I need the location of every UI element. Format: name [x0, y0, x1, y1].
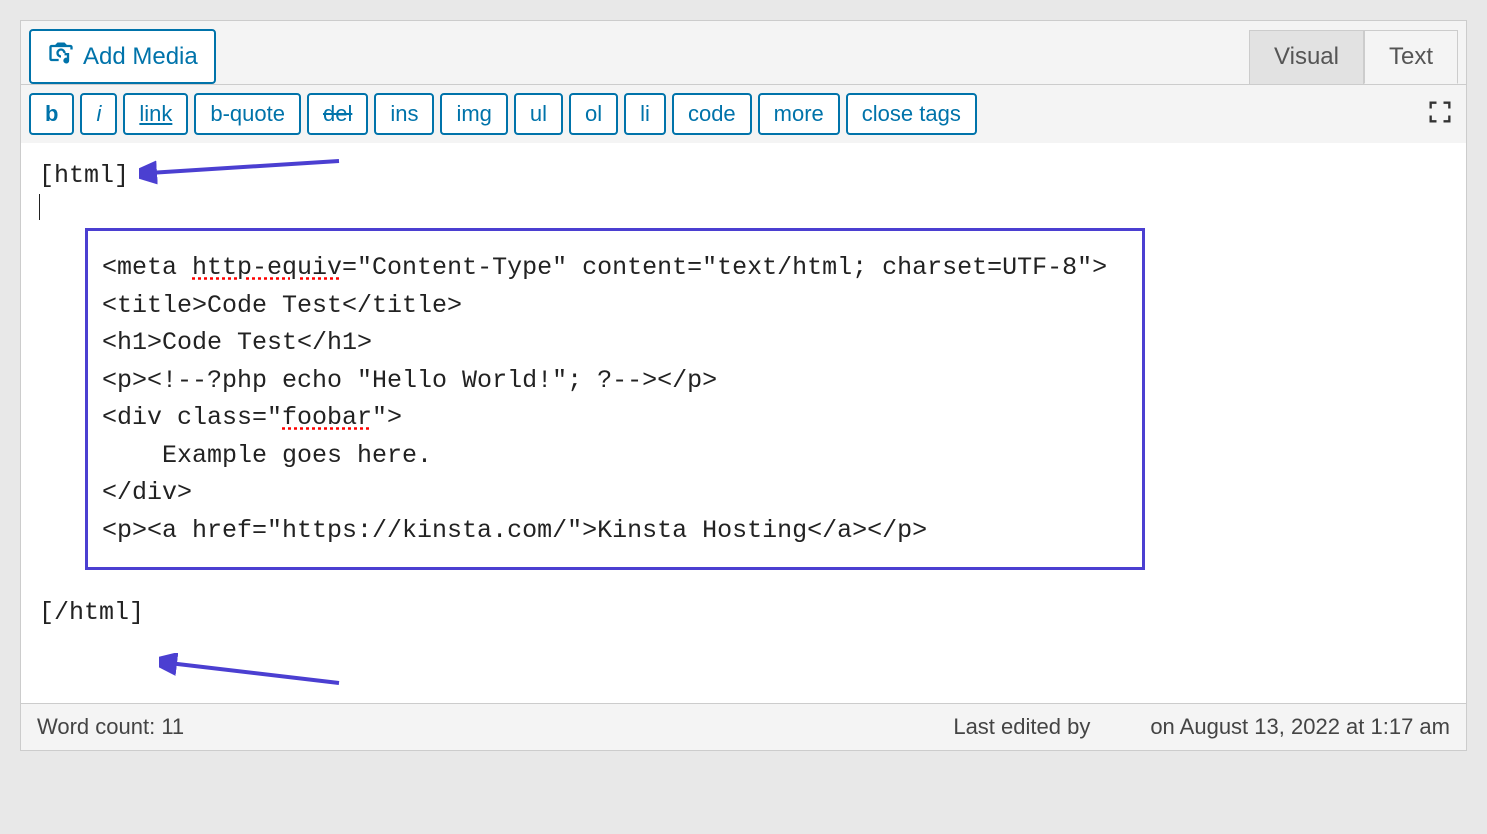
code-line-10: <p><a href="https://kinsta.com/">Kinsta …: [102, 512, 1128, 550]
qt-link-button[interactable]: link: [123, 93, 188, 135]
tab-visual[interactable]: Visual: [1249, 30, 1364, 84]
qt-more-button[interactable]: more: [758, 93, 840, 135]
code-line-5: <h1>Code Test</h1>: [102, 324, 1128, 362]
add-media-button[interactable]: Add Media: [29, 29, 216, 84]
code-line-2: <title>Code Test</title>: [102, 287, 1128, 325]
qt-close-tags-button[interactable]: close tags: [846, 93, 977, 135]
code-highlight-box: <meta http-equiv="Content-Type" content=…: [85, 228, 1145, 570]
last-edited-by-label: Last edited by: [953, 714, 1090, 740]
tab-text[interactable]: Text: [1364, 30, 1458, 84]
qt-del-button[interactable]: del: [307, 93, 368, 135]
qt-italic-button[interactable]: i: [80, 93, 117, 135]
quicktags-buttons: b i link b-quote del ins img ul ol li co…: [29, 93, 977, 135]
shortcode-open-tag: [html]: [39, 161, 1448, 190]
status-bar: Word count: 11 Last edited by on August …: [21, 703, 1466, 750]
camera-music-icon: [47, 39, 75, 74]
editor-tabs: Visual Text: [1249, 30, 1458, 84]
code-line-1: <meta http-equiv="Content-Type" content=…: [102, 249, 1128, 287]
qt-bold-button[interactable]: b: [29, 93, 74, 135]
shortcode-close-tag: [/html]: [39, 598, 1448, 627]
add-media-label: Add Media: [83, 43, 198, 71]
top-bar: Add Media Visual Text: [21, 21, 1466, 84]
fullscreen-button[interactable]: [1422, 94, 1458, 135]
qt-code-button[interactable]: code: [672, 93, 752, 135]
qt-ol-button[interactable]: ol: [569, 93, 618, 135]
last-edited-on: on August 13, 2022 at 1:17 am: [1150, 714, 1450, 740]
word-count: Word count: 11: [37, 714, 184, 740]
code-line-6: <p><!--?php echo "Hello World!"; ?--></p…: [102, 362, 1128, 400]
qt-img-button[interactable]: img: [440, 93, 507, 135]
qt-li-button[interactable]: li: [624, 93, 666, 135]
annotation-arrow-bottom: [159, 653, 359, 693]
qt-ins-button[interactable]: ins: [374, 93, 434, 135]
code-line-8: Example goes here.: [102, 437, 1128, 475]
quicktags-toolbar: b i link b-quote del ins img ul ol li co…: [21, 84, 1466, 143]
qt-ul-button[interactable]: ul: [514, 93, 563, 135]
editor-content[interactable]: [html] <meta http-equiv="Content-Type" c…: [21, 143, 1466, 703]
code-line-9: </div>: [102, 474, 1128, 512]
status-right: Last edited by on August 13, 2022 at 1:1…: [953, 714, 1450, 740]
editor-container: Add Media Visual Text b i link b-quote d…: [20, 20, 1467, 751]
code-line-7: <div class="foobar">: [102, 399, 1128, 437]
fullscreen-icon: [1426, 113, 1454, 130]
qt-bquote-button[interactable]: b-quote: [194, 93, 301, 135]
text-cursor: [39, 194, 40, 220]
